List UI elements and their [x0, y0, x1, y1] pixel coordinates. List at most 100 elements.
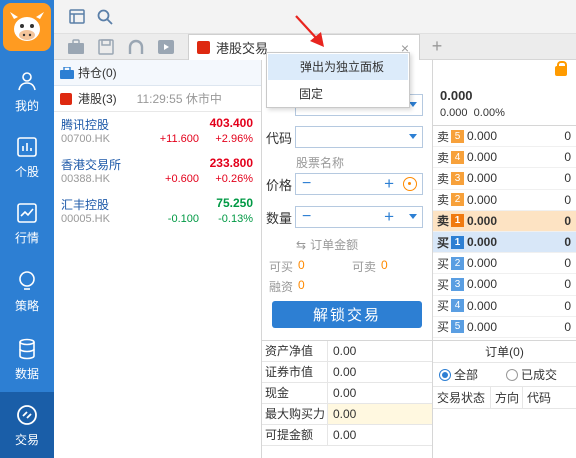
briefcase-icon[interactable] [67, 38, 85, 56]
order-amount-toggle[interactable]: ⇆ 订单金额 [296, 236, 358, 253]
stock-row[interactable]: 香港交易所 00388.HK 233.800 +0.600 +0.26% [54, 152, 261, 192]
quote-change: 0.000 0.00% [440, 107, 505, 119]
level-badge: 3 [451, 277, 464, 291]
bid-price: 0.000 [467, 256, 498, 271]
holdings-panel: 持仓(0) 港股(3) 11:29:55 休市中 腾讯控股 00700.HK 4… [54, 60, 262, 458]
col-direction[interactable]: 方向 [491, 387, 523, 408]
ask-level[interactable]: 卖 3 0.000 0 [433, 168, 576, 190]
target-icon[interactable] [403, 177, 417, 191]
qty-minus-button[interactable]: − [302, 208, 311, 226]
holdings-title: 持仓(0) [78, 66, 117, 80]
qty-stepper[interactable]: − + [295, 206, 423, 228]
ask-level[interactable]: 卖 2 0.000 0 [433, 190, 576, 211]
level-badge: 4 [451, 150, 464, 164]
menu-item-popout[interactable]: 弹出为独立面板 [268, 54, 408, 80]
chevron-down-icon[interactable] [409, 214, 417, 219]
side-label: 卖 [437, 171, 450, 186]
stock-change-pct: +2.96% [215, 133, 253, 145]
magnet-icon[interactable] [127, 38, 145, 56]
nav-item-mine[interactable]: 我的 [0, 58, 54, 124]
stock-code: 00005.HK [61, 213, 110, 225]
hk-flag-icon [197, 41, 210, 54]
window-icon[interactable] [68, 8, 86, 26]
col-status[interactable]: 交易状态 [433, 387, 491, 408]
app-logo [3, 3, 51, 51]
ask-volume: 0 [564, 129, 571, 144]
account-label: 最大购买力 [262, 404, 328, 424]
stock-name: 汇丰控股 [61, 198, 110, 212]
margin-value: 0 [298, 278, 305, 292]
account-row: 最大购买力 0.00 [262, 404, 432, 425]
bid-level[interactable]: 买 1 0.000 0 [433, 231, 576, 254]
can-sell-value: 0 [381, 258, 388, 272]
bid-volume: 0 [564, 319, 571, 334]
pointer-arrow-icon [295, 15, 324, 47]
level-badge: 1 [451, 214, 464, 228]
database-icon [19, 338, 35, 359]
ask-level[interactable]: 卖 1 0.000 0 [433, 210, 576, 232]
market-header[interactable]: 港股(3) 11:29:55 休市中 [54, 86, 261, 112]
level-badge: 5 [451, 129, 464, 143]
bid-level[interactable]: 买 5 0.000 0 [433, 317, 576, 338]
stock-row[interactable]: 腾讯控股 00700.HK 403.400 +11.600 +2.96% [54, 112, 261, 152]
stock-change: -0.100 [167, 213, 199, 225]
nav-item-data[interactable]: 数据 [0, 326, 54, 392]
ask-price: 0.000 [467, 129, 498, 144]
price-minus-button[interactable]: − [302, 175, 311, 193]
can-buy-label: 可买 [269, 260, 294, 274]
code-input[interactable] [295, 126, 423, 148]
quote-panel: 0.000 0.000 0.00% 卖 5 0.000 0 卖 4 0.000 0 卖 3 0.… [432, 60, 576, 340]
bid-level[interactable]: 买 3 0.000 0 [433, 274, 576, 296]
bid-volume: 0 [564, 277, 571, 292]
bid-volume: 0 [564, 256, 571, 271]
bid-price: 0.000 [467, 298, 498, 313]
account-value: 0.00 [333, 428, 357, 442]
code-label: 代码 [266, 130, 293, 146]
bid-price: 0.000 [467, 277, 498, 292]
stock-change: +11.600 [159, 133, 199, 145]
ask-volume: 0 [564, 192, 571, 207]
filter-all-radio[interactable]: 全部 [439, 366, 478, 383]
menu-item-pin[interactable]: 固定 [267, 81, 409, 107]
side-label: 卖 [437, 193, 450, 208]
price-stepper[interactable]: − + [295, 173, 423, 195]
filter-done-radio[interactable]: 已成交 [506, 366, 557, 383]
nav-item-stock[interactable]: 个股 [0, 124, 54, 190]
tab-label: 港股交易 [216, 41, 269, 56]
ask-level[interactable]: 卖 5 0.000 0 [433, 126, 576, 148]
order-amount-label: 订单金额 [310, 238, 359, 252]
bid-level[interactable]: 买 4 0.000 0 [433, 296, 576, 317]
stock-change: +0.600 [165, 173, 199, 185]
stock-name: 香港交易所 [61, 158, 122, 172]
stock-row[interactable]: 汇丰控股 00005.HK 75.250 -0.100 -0.13% [54, 192, 261, 232]
price-plus-button[interactable]: + [384, 174, 394, 194]
code-row: 代码 [266, 125, 296, 149]
nav-item-label: 行情 [14, 230, 39, 245]
side-label: 卖 [437, 129, 450, 144]
lock-icon[interactable] [555, 61, 567, 76]
save-icon[interactable] [97, 38, 115, 56]
bid-price: 0.000 [467, 319, 498, 334]
ask-level[interactable]: 卖 4 0.000 0 [433, 147, 576, 169]
add-tab-button[interactable]: + [428, 37, 446, 55]
stock-name-hint: 股票名称 [296, 156, 345, 170]
nav-item-market[interactable]: 行情 [0, 190, 54, 256]
nav-item-trade[interactable]: 交易 [0, 392, 54, 458]
search-icon[interactable] [96, 8, 114, 26]
hk-flag-icon [60, 92, 72, 105]
account-value: 0.00 [328, 404, 432, 424]
ask-price: 0.000 [467, 192, 498, 207]
unlock-trade-button[interactable]: 解锁交易 [272, 301, 422, 328]
level-badge: 1 [451, 235, 464, 249]
qty-plus-button[interactable]: + [384, 207, 394, 227]
play-icon[interactable] [157, 38, 175, 56]
ask-price: 0.000 [467, 171, 498, 186]
can-sell-label: 可卖 [352, 260, 377, 274]
holdings-header[interactable]: 持仓(0) [54, 60, 261, 86]
bid-level[interactable]: 买 2 0.000 0 [433, 253, 576, 275]
account-label: 资产净值 [262, 341, 328, 361]
nav-item-strategy[interactable]: 策略 [0, 258, 54, 324]
level-badge: 2 [451, 193, 464, 207]
account-summary: 资产净值 0.00 证券市值 0.00 现金 0.00 最大购买力 0.00 可提金额 0… [262, 340, 432, 458]
col-code[interactable]: 代码 [523, 387, 576, 408]
